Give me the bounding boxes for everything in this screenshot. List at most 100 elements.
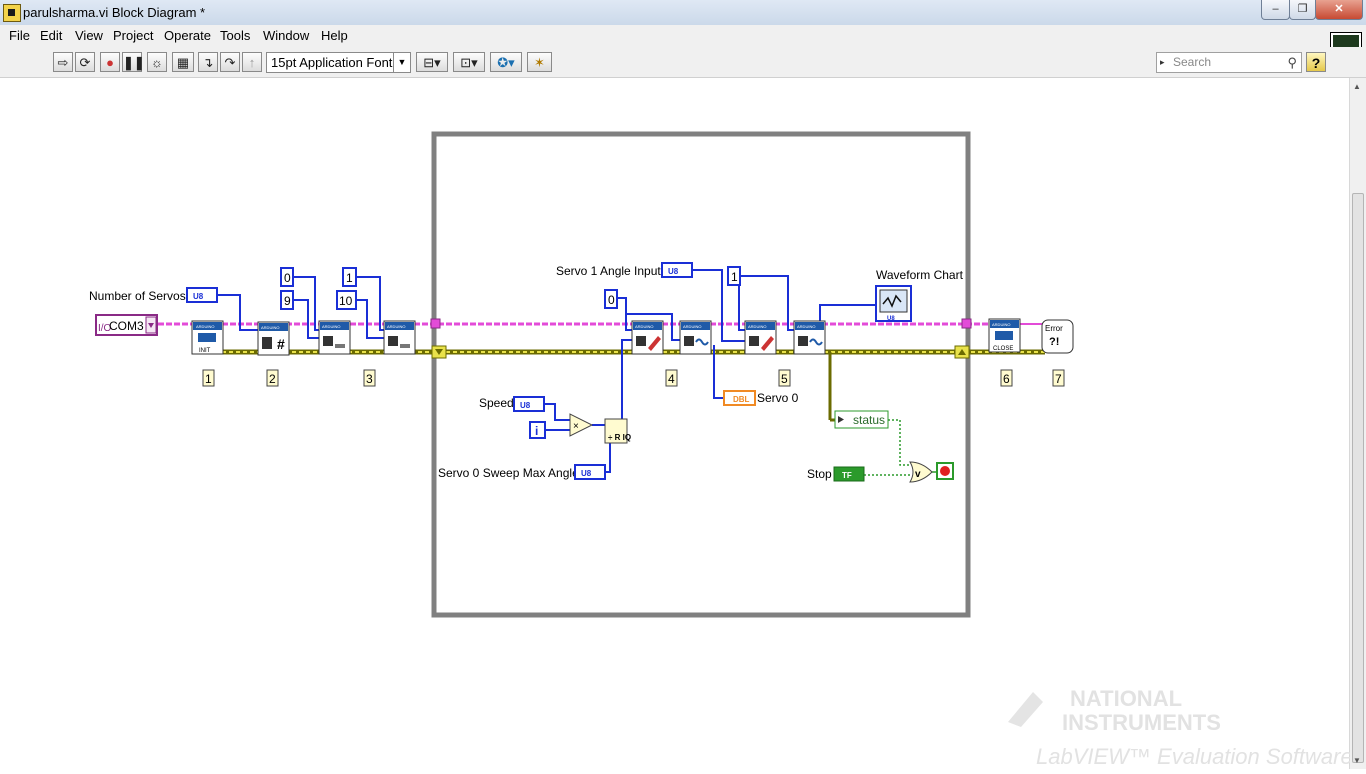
error-glyph: ?! — [1049, 336, 1059, 348]
toolbar: ⇨ ⟳ ● ❚❚ ☼ ▦ ↴ ↷ ↑ 15pt Application Font… — [0, 47, 1366, 78]
while-loop-frame[interactable] — [431, 131, 971, 618]
svg-text:ARDUINO: ARDUINO — [797, 324, 815, 329]
label-servo0: Servo 0 — [757, 391, 799, 405]
svg-text:U8: U8 — [581, 469, 592, 478]
svg-text:1: 1 — [205, 372, 212, 386]
svg-text:6: 6 — [1003, 372, 1010, 386]
distribute-objects-icon[interactable]: ⊡▾ — [453, 52, 485, 72]
block-diagram-canvas[interactable]: # ARDUINO ARDUINO ARDUINO ARDUINO ARDUIN… — [0, 78, 1349, 769]
svg-text:U8: U8 — [193, 292, 204, 301]
context-help-button[interactable]: ? — [1306, 52, 1326, 72]
svg-text:U8: U8 — [668, 267, 679, 276]
svg-text:9: 9 — [284, 294, 291, 308]
svg-text:4: 4 — [668, 372, 675, 386]
svg-text:2: 2 — [269, 372, 276, 386]
svg-text:1: 1 — [346, 271, 353, 285]
svg-text:1: 1 — [731, 270, 738, 284]
label-servo0-sweep-max: Servo 0 Sweep Max Angle — [438, 466, 579, 480]
run-arrow-icon[interactable]: ⇨ — [53, 52, 73, 72]
scroll-down-icon[interactable]: ▼ — [1353, 756, 1361, 765]
svg-text:0: 0 — [284, 271, 291, 285]
svg-text:0: 0 — [608, 293, 615, 307]
watermark-line2: INSTRUMENTS — [1062, 710, 1221, 735]
svg-text:7: 7 — [1055, 372, 1062, 386]
or-glyph: v — [915, 469, 921, 480]
numeric-wires[interactable] — [217, 269, 875, 473]
tf-type-label: TF — [842, 471, 852, 480]
loop-tunnel-right[interactable] — [961, 318, 972, 329]
stop-condition-icon — [940, 466, 950, 476]
reorder-icon[interactable]: ✪▾ — [490, 52, 522, 72]
watermark-line1: NATIONAL — [1070, 686, 1182, 711]
init-label: INIT — [199, 348, 211, 354]
menu-operate[interactable]: Operate — [164, 28, 211, 43]
step-into-icon[interactable]: ↴ — [198, 52, 218, 72]
svg-text:10: 10 — [339, 294, 353, 308]
label-servo1-angle-input: Servo 1 Angle Input — [556, 264, 661, 278]
svg-text:ARDUINO: ARDUINO — [387, 324, 405, 329]
font-selector-label: 15pt Application Font — [271, 55, 393, 70]
svg-text:ARDUINO: ARDUINO — [196, 324, 214, 329]
search-input[interactable]: ▸ Search ⚲ — [1156, 52, 1302, 73]
step-out-icon[interactable]: ↑ — [242, 52, 262, 72]
svg-text:U8: U8 — [520, 401, 531, 410]
font-selector[interactable]: 15pt Application Font ▼ — [266, 52, 411, 73]
close-label: CLOSE — [993, 346, 1013, 352]
vertical-scrollbar[interactable]: ▲ ▼ — [1349, 78, 1366, 769]
label-speed: Speed — [479, 396, 514, 410]
restore-button[interactable]: ❐ — [1289, 0, 1316, 20]
watermark-line3: LabVIEW™ Evaluation Software — [1036, 744, 1350, 769]
scroll-up-icon[interactable]: ▲ — [1353, 82, 1361, 91]
abort-icon[interactable]: ● — [100, 52, 120, 72]
chevron-down-icon: ▼ — [393, 53, 410, 72]
align-objects-icon[interactable]: ⊟▾ — [416, 52, 448, 72]
multiply-glyph: × — [573, 421, 579, 432]
title-bar: parulsharma.vi Block Diagram * – ❐ ✕ — [0, 0, 1366, 25]
retain-wire-values-icon[interactable]: ▦ — [172, 52, 194, 72]
loop-tunnel-left[interactable] — [430, 318, 441, 329]
step-labels — [202, 369, 1065, 387]
svg-text:ARDUINO: ARDUINO — [992, 322, 1010, 327]
quotient-remainder-glyph: ÷ R IQ — [608, 433, 631, 442]
menu-tools[interactable]: Tools — [220, 28, 250, 43]
search-scope-icon: ▸ — [1160, 57, 1165, 67]
run-continuously-icon[interactable]: ⟳ — [75, 52, 95, 72]
menu-window[interactable]: Window — [263, 28, 309, 43]
search-icon[interactable]: ⚲ — [1287, 53, 1297, 72]
clean-up-diagram-icon[interactable]: ✶ — [527, 52, 552, 72]
or-gate[interactable] — [909, 461, 933, 483]
label-stop: Stop — [807, 467, 832, 481]
highlight-execution-icon[interactable]: ☼ — [147, 52, 167, 72]
close-button[interactable]: ✕ — [1315, 0, 1363, 20]
ni-eagle-logo — [1008, 692, 1043, 727]
pause-icon[interactable]: ❚❚ — [122, 52, 145, 72]
step-over-icon[interactable]: ↷ — [220, 52, 240, 72]
iteration-label: i — [535, 424, 538, 438]
search-placeholder: Search — [1173, 55, 1212, 69]
label-number-of-servos: Number of Servos — [89, 289, 186, 303]
ni-watermark: NATIONAL INSTRUMENTS LabVIEW™ Evaluation… — [1008, 686, 1350, 769]
label-waveform-chart: Waveform Chart — [876, 268, 964, 282]
menu-edit[interactable]: Edit — [40, 28, 62, 43]
error-label: Error — [1045, 324, 1063, 333]
svg-text:ARDUINO: ARDUINO — [683, 324, 701, 329]
status-label: status — [853, 413, 885, 427]
menu-view[interactable]: View — [75, 28, 103, 43]
minimize-button[interactable]: – — [1261, 0, 1290, 20]
scrollbar-thumb[interactable] — [1352, 193, 1364, 763]
svg-text:ARDUINO: ARDUINO — [748, 324, 766, 329]
menu-bar: File Edit View Project Operate Tools Win… — [0, 25, 1366, 47]
error-wire[interactable] — [222, 349, 1045, 422]
svg-text:5: 5 — [781, 372, 788, 386]
window-title: parulsharma.vi Block Diagram * — [23, 5, 206, 20]
svg-text:ARDUINO: ARDUINO — [261, 325, 279, 330]
chart-type-label: U8 — [887, 316, 895, 322]
menu-file[interactable]: File — [9, 28, 30, 43]
svg-text:#: # — [277, 336, 285, 352]
step-numbers: 1 2 3 4 5 6 7 — [205, 372, 1062, 386]
dbl-type-label: DBL — [733, 395, 750, 404]
labview-app-icon — [3, 4, 21, 22]
svg-text:ARDUINO: ARDUINO — [635, 324, 653, 329]
menu-help[interactable]: Help — [321, 28, 348, 43]
menu-project[interactable]: Project — [113, 28, 153, 43]
